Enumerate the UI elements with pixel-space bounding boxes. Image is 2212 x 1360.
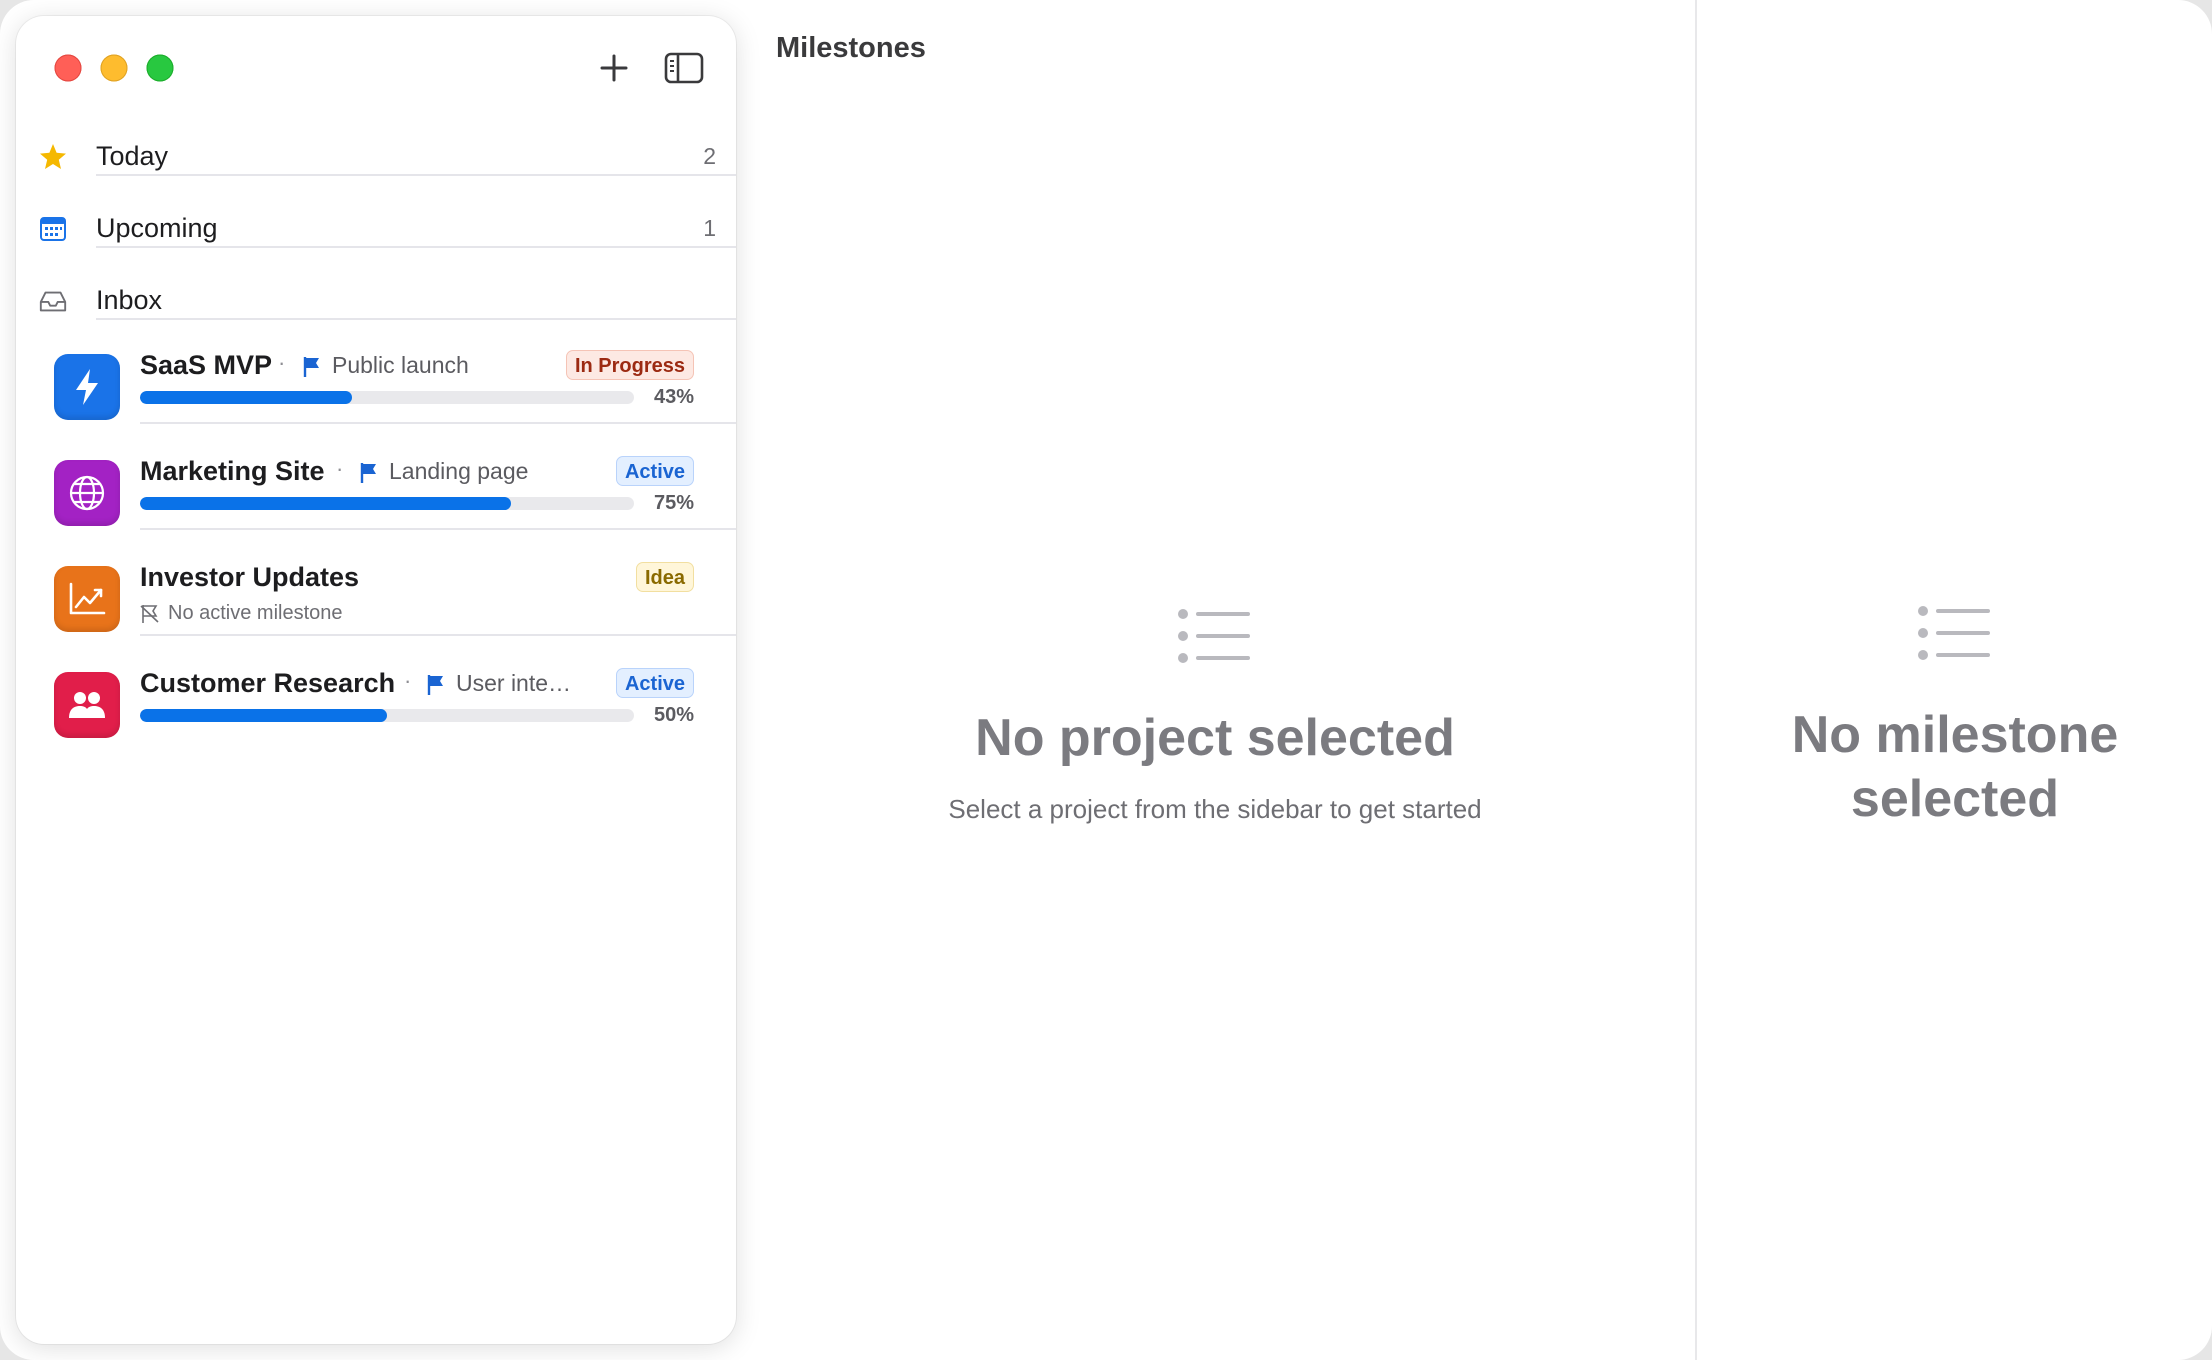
status-badge: Idea — [635, 562, 694, 592]
project-name: Marketing Site — [140, 456, 325, 486]
nav-item-label: Upcoming — [96, 213, 218, 243]
milestone-name: User inte… — [456, 670, 572, 696]
progress-percent: 43% — [653, 386, 694, 408]
star-icon — [38, 142, 68, 172]
no-milestone-info: No active milestone — [140, 602, 343, 625]
divider — [140, 422, 736, 424]
list-icon — [1918, 606, 1990, 660]
calendar-icon — [38, 214, 68, 244]
plus-icon — [600, 54, 628, 82]
divider — [96, 318, 736, 320]
pane-divider[interactable] — [1695, 0, 1697, 1360]
toggle-sidebar-button[interactable] — [662, 46, 706, 90]
project-name: Customer Research — [140, 668, 396, 698]
divider — [96, 174, 736, 176]
milestone-name: Public launch — [332, 352, 469, 378]
minimize-window-button[interactable] — [100, 54, 128, 82]
app-window: Today 2 Upcoming 1 Inbox SaaS MVP · Publ… — [0, 0, 2212, 1360]
progress-bar-fill — [140, 709, 387, 722]
close-window-button[interactable] — [54, 54, 82, 82]
globe-icon — [54, 460, 120, 526]
nav-item-upcoming[interactable]: Upcoming 1 — [16, 192, 736, 264]
window-title: Milestones — [776, 32, 926, 64]
inbox-icon — [38, 286, 68, 316]
divider — [140, 528, 736, 530]
progress-bar — [140, 391, 634, 404]
flag-slash-icon — [140, 604, 159, 623]
bolt-icon — [54, 354, 120, 420]
chart-line-icon — [54, 566, 120, 632]
flag-icon — [360, 463, 376, 483]
nav-item-inbox[interactable]: Inbox — [16, 264, 736, 336]
main-empty-state: No project selected Select a project fro… — [880, 608, 1550, 825]
progress-bar — [140, 709, 634, 722]
empty-state-title: No project selected — [975, 709, 1455, 767]
no-milestone-text: No active milestone — [168, 602, 343, 624]
separator-dot: · — [404, 668, 412, 693]
zoom-window-button[interactable] — [146, 54, 174, 82]
detail-empty-title-line1: No milestone — [1791, 706, 2119, 764]
milestone-name: Landing page — [389, 458, 529, 484]
progress-bar-fill — [140, 391, 353, 404]
nav-item-today[interactable]: Today 2 — [16, 120, 736, 192]
flag-icon — [303, 357, 319, 377]
list-icon — [1178, 609, 1250, 663]
sidebar: Today 2 Upcoming 1 Inbox SaaS MVP · Publ… — [16, 16, 736, 1344]
empty-state-subtitle: Select a project from the sidebar to get… — [948, 794, 1482, 824]
detail-empty-title-line2: selected — [1850, 770, 2060, 828]
status-badge: In Progress — [565, 350, 694, 380]
nav-item-label: Today — [96, 141, 169, 171]
project-name: Investor Updates — [140, 562, 360, 592]
detail-empty-state: No milestone selected — [1720, 605, 2190, 831]
add-project-button[interactable] — [592, 46, 636, 90]
separator-dot: · — [336, 456, 344, 481]
status-badge: Active — [615, 456, 694, 486]
separator-dot: · — [278, 350, 286, 375]
flag-icon — [427, 675, 443, 695]
project-name: SaaS MVP — [140, 350, 273, 380]
nav-item-label: Inbox — [96, 285, 163, 315]
progress-bar-fill — [140, 497, 511, 510]
status-badge: Active — [615, 668, 694, 698]
nav-item-count: 2 — [703, 143, 716, 169]
nav-item-count: 1 — [703, 215, 716, 241]
divider — [96, 246, 736, 248]
sidebar-toggle-icon — [664, 52, 704, 84]
progress-bar — [140, 497, 634, 510]
progress-percent: 75% — [653, 492, 694, 514]
progress-percent: 50% — [653, 704, 694, 726]
divider — [140, 634, 736, 636]
project-row-customer-research[interactable]: Customer Research · User inte… Active 50… — [16, 652, 736, 756]
people-icon — [54, 672, 120, 738]
